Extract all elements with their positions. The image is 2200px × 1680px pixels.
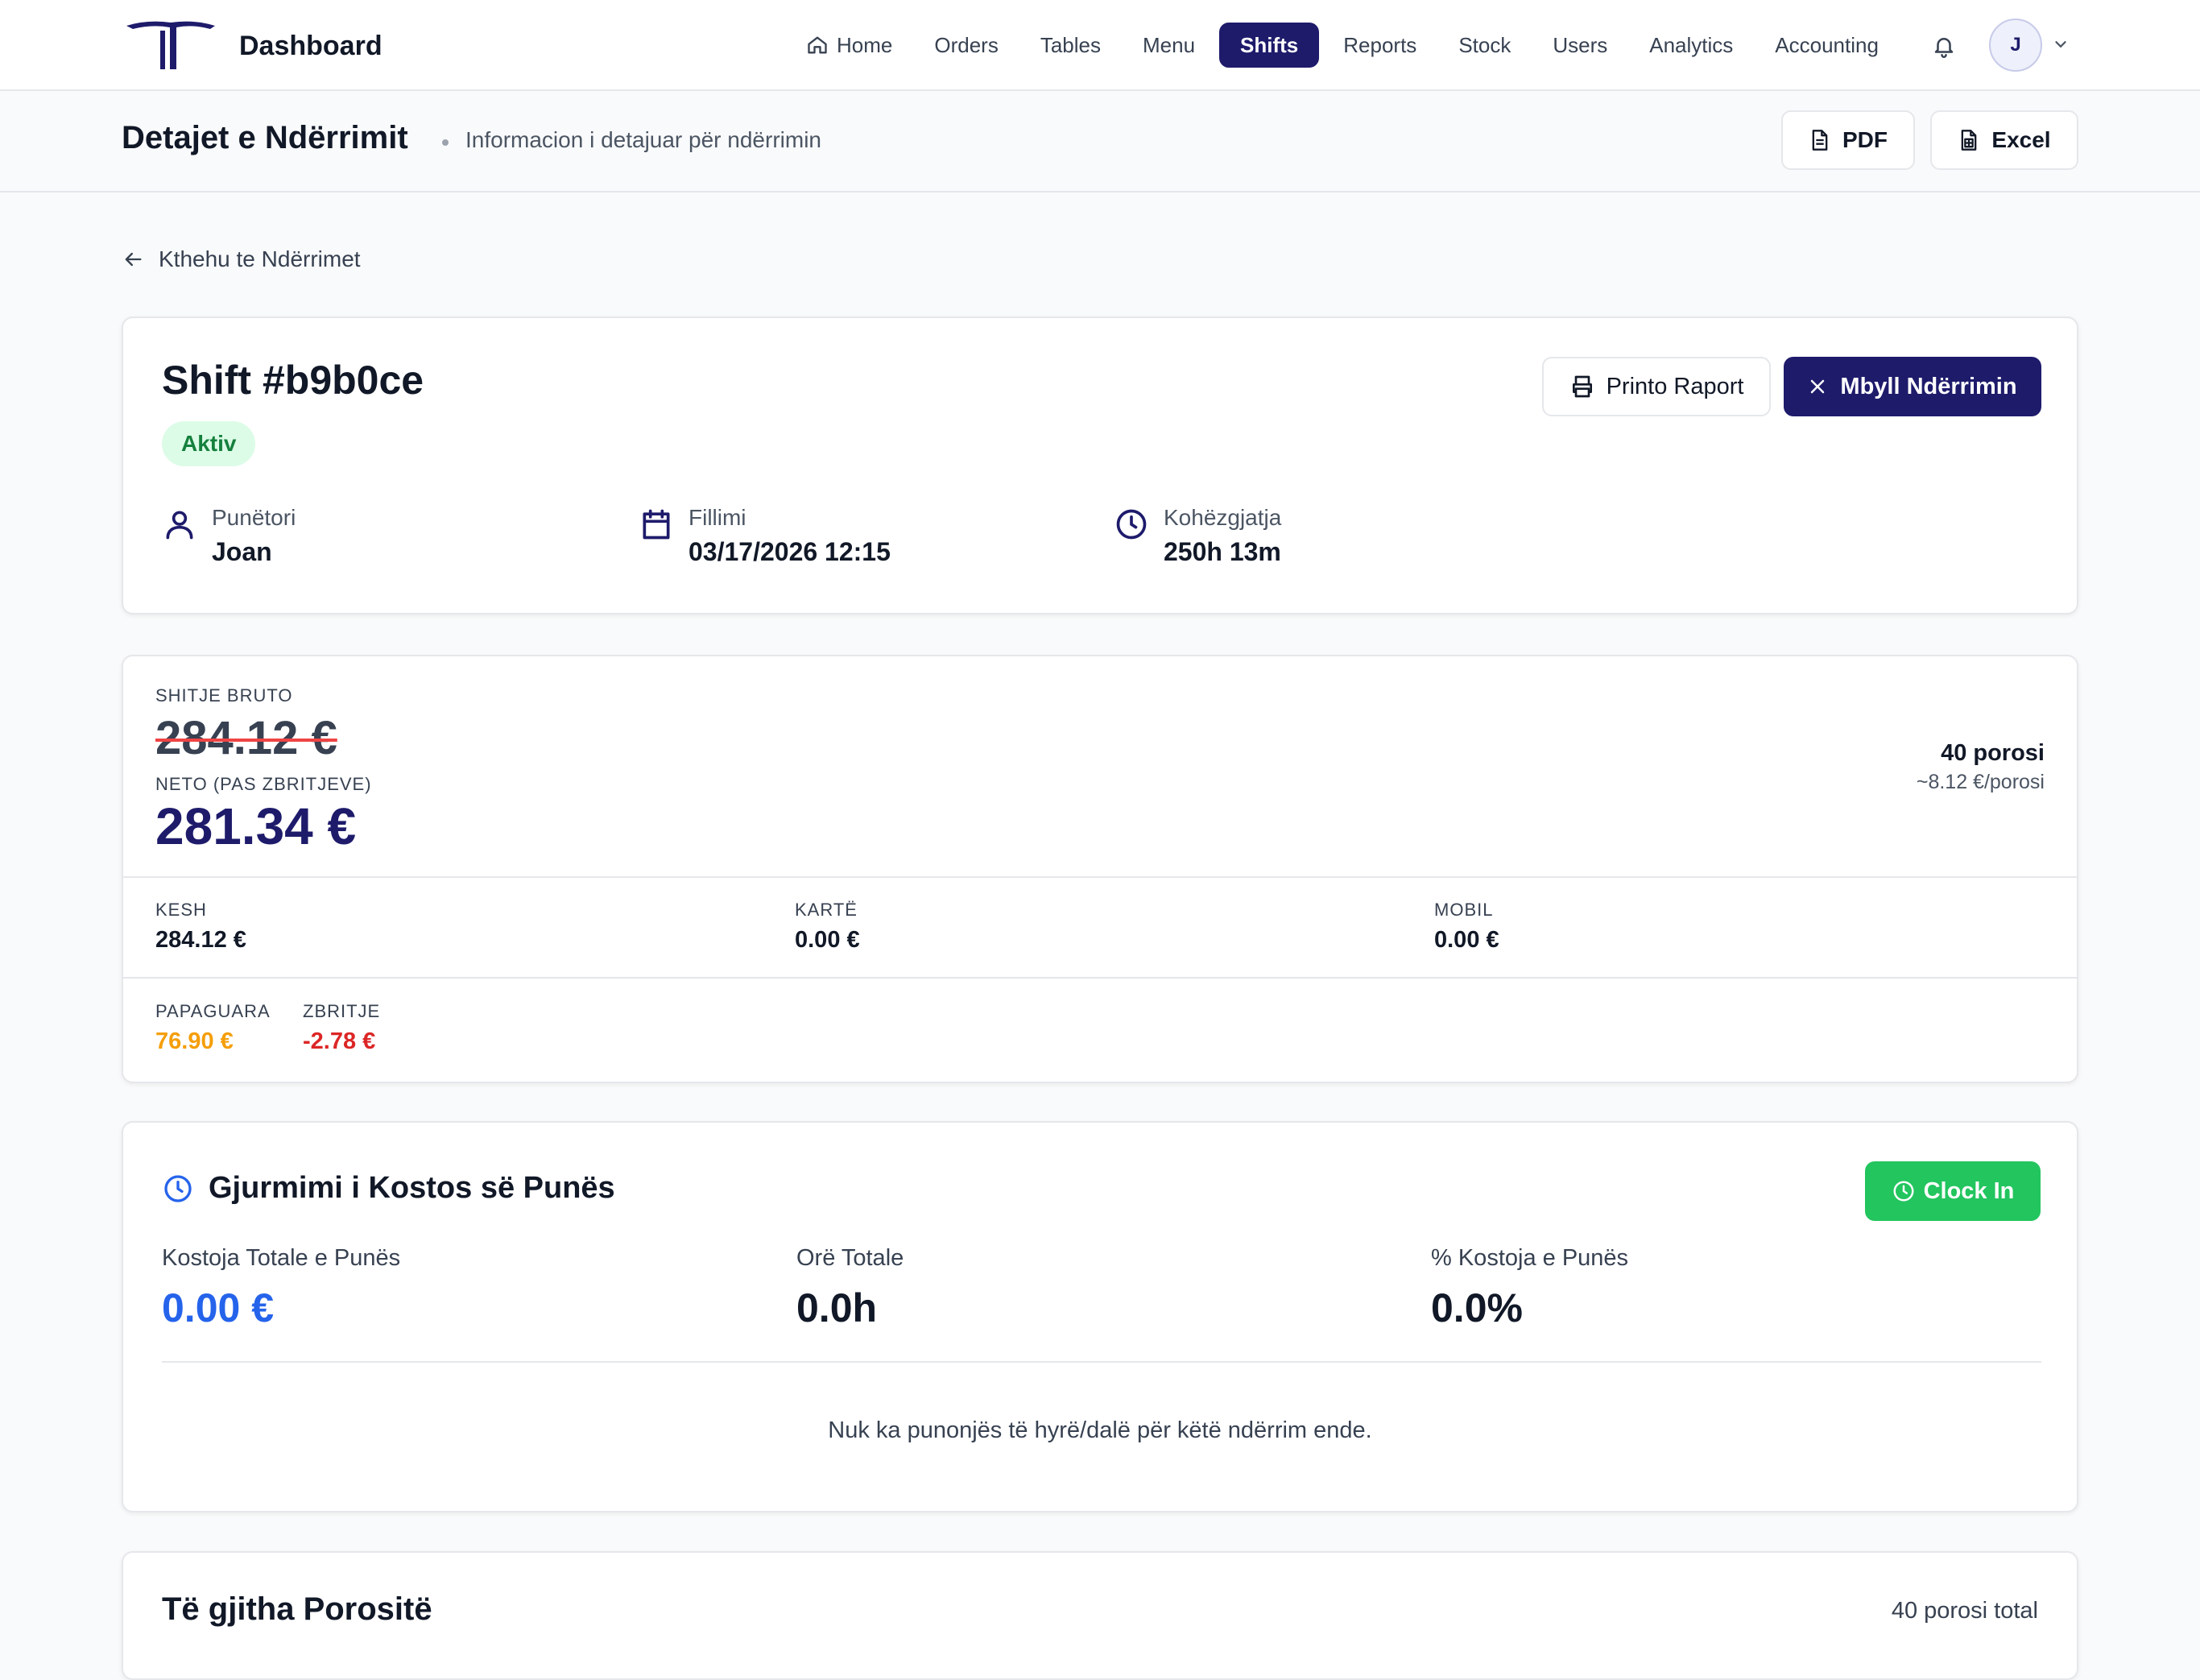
divider [123,977,2077,979]
net-sales-value: 281.34 € [155,797,357,855]
home-icon [806,34,829,56]
orders-count: 40 porosi [1941,740,2045,766]
duration-info: Kohëzgjatja 250h 13m [1114,505,1281,567]
brand[interactable]: Dashboard [123,18,383,74]
gross-sales-value: 284.12 € [155,712,337,764]
labor-cost-percent-label: % Kostoja e Punës [1431,1245,1629,1271]
divider [123,876,2077,878]
unpaid-label: Papaguara [155,1001,271,1021]
start-value: 03/17/2026 12:15 [689,537,891,566]
top-navbar: Dashboard Home Orders Tables Menu Shifts… [0,0,2200,91]
orders-total: 40 porosi total [1891,1598,2038,1624]
close-icon [1811,379,1825,394]
nav-orders[interactable]: Orders [913,23,1019,68]
shift-summary-card: Shift #b9b0ce Aktiv Printo Raport Mbyll … [122,317,2078,614]
nav-analytics[interactable]: Analytics [1628,23,1754,68]
export-pdf-label: PDF [1842,127,1888,152]
empty-state-message: Nuk ka punonjës të hyrë/dalë për këtë nd… [828,1417,1372,1443]
start-label: Fillimi [689,505,746,530]
mobile-label: Mobil [1434,900,1494,920]
user-avatar[interactable]: J [1989,19,2042,72]
print-report-button[interactable]: Printo Raport [1542,357,1771,416]
shift-title: Shift #b9b0ce [162,358,424,403]
close-shift-button[interactable]: Mbyll Ndërrimin [1784,357,2041,416]
labor-cost-percent: % Kostoja e Punës 0.0% [1431,1245,1628,1331]
document-icon [1812,130,1828,151]
main-nav: Home Orders Tables Menu Shifts Reports S… [785,23,1900,68]
sales-summary-card: Shitje Bruto 284.12 € Neto (pas zbritjev… [122,655,2078,1083]
app-title: Dashboard [239,30,383,61]
total-hours: Orë Totale 0.0h [796,1245,904,1331]
nav-users[interactable]: Users [1532,23,1628,68]
orders-card: Të gjitha Porositë 40 porosi total [122,1551,2078,1680]
nav-home-label: Home [837,32,893,57]
clock-in-label: Clock In [1923,1177,2015,1204]
clock-icon [164,1174,192,1202]
separator-dot [442,139,449,146]
total-hours-label: Orë Totale [796,1245,904,1271]
spreadsheet-icon [1962,130,1977,151]
print-report-label: Printo Raport [1606,373,1744,399]
orders-average: ~8.12 €/porosi [1916,771,2045,793]
export-excel-button[interactable]: Excel [1930,110,2078,170]
labor-cost-card: Gjurmimi i Kostos së Punës Clock In Kost… [122,1121,2078,1512]
worker-value: Joan [212,537,272,566]
card-label: Kartë [795,900,858,920]
unpaid-value: 76.90 € [155,1028,234,1054]
duration-value: 250h 13m [1164,537,1281,566]
page-title: Detajet e Ndërrimit [122,120,408,155]
clock-icon [1116,509,1147,540]
clock-icon [1893,1181,1914,1202]
arrow-left-icon [125,252,142,267]
worker-info: Punëtori Joan [162,505,296,567]
labor-header: Gjurmimi i Kostos së Punës [162,1171,615,1206]
logo-icon [126,21,215,70]
mobile-value: 0.00 € [1434,927,1499,953]
labor-cost-percent-value: 0.0% [1431,1285,1523,1330]
page-subtitle: Informacion i detajuar për ndërrimin [465,127,821,152]
net-sales-label: Neto (pas zbritjeve) [155,774,372,794]
notifications-bell-icon[interactable] [1926,28,1962,64]
nav-accounting[interactable]: Accounting [1754,23,1900,68]
total-labor-cost-label: Kostoja Totale e Punës [162,1245,401,1271]
labor-title: Gjurmimi i Kostos së Punës [209,1171,615,1205]
back-link-label: Kthehu te Ndërrimet [159,246,361,271]
printer-icon [1572,375,1592,398]
card-value: 0.00 € [795,927,860,953]
status-badge: Aktiv [162,421,256,466]
gross-sales-label: Shitje Bruto [155,685,293,706]
duration-label: Kohëzgjatja [1164,505,1282,530]
orders-title: Të gjitha Porositë [162,1591,432,1627]
nav-home[interactable]: Home [785,23,913,68]
chevron-down-icon[interactable] [2052,35,2070,53]
nav-tables[interactable]: Tables [1019,23,1122,68]
nav-shifts[interactable]: Shifts [1219,23,1320,68]
total-labor-cost: Kostoja Totale e Punës 0.00 € [162,1245,400,1331]
user-icon [166,511,193,540]
discount-value: -2.78 € [303,1028,376,1054]
cash-value: 284.12 € [155,927,246,953]
divider [162,1361,2041,1363]
export-pdf-button[interactable]: PDF [1781,110,1915,170]
start-info: Fillimi 03/17/2026 12:15 [639,505,891,567]
nav-menu[interactable]: Menu [1122,23,1216,68]
clock-in-button[interactable]: Clock In [1865,1161,2041,1221]
nav-stock[interactable]: Stock [1437,23,1532,68]
worker-label: Punëtori [212,505,296,530]
calendar-icon [643,509,670,540]
page-header: Detajet e Ndërrimit Informacion i detaju… [0,91,2200,192]
close-shift-label: Mbyll Ndërrimin [1840,373,2017,399]
back-link[interactable]: Kthehu te Ndërrimet [122,246,361,272]
cash-label: Kesh [155,900,207,920]
total-labor-cost-value: 0.00 € [162,1285,275,1330]
total-hours-value: 0.0h [796,1285,878,1330]
export-excel-label: Excel [1991,127,2051,152]
nav-reports[interactable]: Reports [1322,23,1437,68]
discount-label: Zbritje [303,1001,381,1021]
